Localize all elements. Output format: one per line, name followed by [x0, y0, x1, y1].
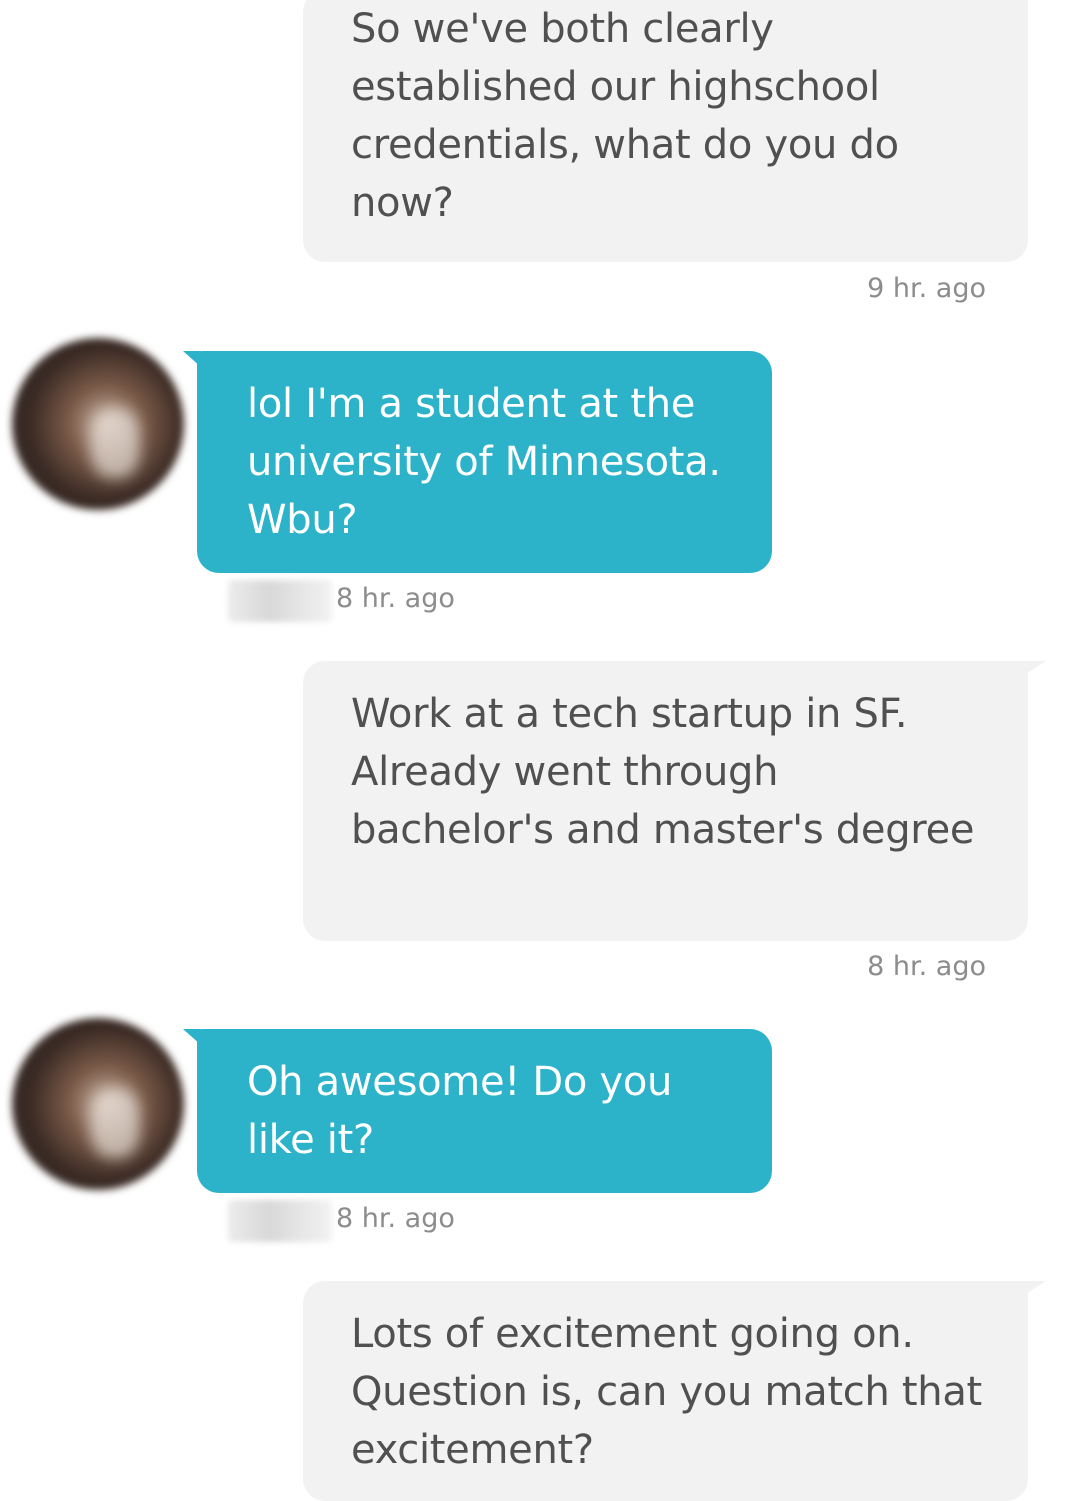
blurred-sender-name: [228, 580, 332, 622]
sent-message-bubble[interactable]: Lots of excitement going on. Question is…: [303, 1281, 1046, 1501]
message-text: So we've both clearly established our hi…: [351, 6, 899, 226]
match-avatar[interactable]: [12, 1018, 184, 1190]
message-text: Lots of excitement going on. Question is…: [351, 1311, 982, 1473]
message-timestamp: 8 hr. ago: [336, 1203, 455, 1234]
sent-message-bubble[interactable]: Work at a tech startup in SF. Already we…: [303, 661, 1046, 941]
message-timestamp: 9 hr. ago: [867, 273, 986, 304]
message-text: Work at a tech startup in SF. Already we…: [351, 691, 975, 853]
message-text: Oh awesome! Do you like it?: [247, 1059, 673, 1163]
match-avatar[interactable]: [12, 338, 184, 510]
blurred-sender-name: [228, 1200, 332, 1242]
received-message-bubble[interactable]: Oh awesome! Do you like it?: [183, 1029, 772, 1193]
sent-message-bubble[interactable]: So we've both clearly established our hi…: [303, 0, 1028, 262]
message-timestamp: 8 hr. ago: [867, 951, 986, 982]
received-message-bubble[interactable]: lol I'm a student at the university of M…: [183, 351, 772, 573]
message-timestamp: 8 hr. ago: [336, 583, 455, 614]
message-text: lol I'm a student at the university of M…: [247, 381, 721, 543]
